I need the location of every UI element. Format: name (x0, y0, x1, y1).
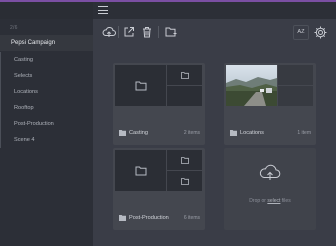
folder-item-count: 6 items (183, 215, 200, 221)
folder-name: Casting (129, 130, 148, 136)
folder-thumbnail (167, 171, 202, 191)
card-footer: Casting 2 items (113, 110, 205, 145)
folder-thumbnail (115, 150, 166, 191)
folder-thumbnail (167, 150, 202, 170)
top-bar (93, 2, 336, 19)
sidebar-caption: 2/6 (10, 25, 18, 31)
sidebar-item-scene-4[interactable]: Scene 4 (0, 132, 93, 148)
folder-name: Locations (240, 130, 264, 136)
location-photo (226, 65, 277, 106)
folder-icon (135, 81, 147, 91)
card-footer: Locations 1 item (224, 110, 316, 145)
sidebar-item-locations[interactable]: Locations (0, 84, 93, 100)
folder-card-locations[interactable]: Locations 1 item (224, 63, 316, 145)
sidebar-item-rooftop[interactable]: Rooftop (0, 100, 93, 116)
folder-icon (181, 178, 189, 185)
sort-az-button[interactable]: AZ (293, 25, 309, 40)
location-photo-thumbnail (226, 65, 277, 106)
folder-icon (119, 215, 126, 221)
upload-cloud-icon (259, 164, 281, 180)
trash-icon[interactable] (140, 25, 154, 39)
sidebar-item-pepsi-campaign[interactable]: Pepsi Campaign (0, 35, 93, 51)
new-folder-icon[interactable] (164, 25, 178, 39)
folder-icon (119, 130, 126, 136)
upload-instructions: Drop or select files (249, 198, 291, 204)
sidebar: 2/6 Pepsi Campaign Casting Selects Locat… (0, 2, 93, 246)
folder-card-post-production[interactable]: Post-Production 6 items (113, 148, 205, 230)
upload-cloud-icon[interactable] (102, 25, 116, 39)
folder-thumbnail-empty (278, 86, 313, 106)
share-icon[interactable] (122, 25, 136, 39)
folder-name: Post-Production (129, 215, 169, 221)
folder-thumbnail (167, 65, 202, 85)
sidebar-item-casting[interactable]: Casting (0, 52, 93, 68)
sidebar-item-post-production[interactable]: Post-Production (0, 116, 93, 132)
folder-icon (181, 157, 189, 164)
folder-item-count: 2 items (183, 130, 200, 136)
folder-item-count: 1 item (297, 130, 311, 136)
folder-thumbnail-empty (278, 65, 313, 85)
folder-icon (181, 72, 189, 79)
folder-icon (135, 166, 147, 176)
upload-dropzone[interactable]: Drop or select files (224, 148, 316, 230)
sidebar-item-selects[interactable]: Selects (0, 68, 93, 84)
folder-card-casting[interactable]: Casting 2 items (113, 63, 205, 145)
folder-icon (230, 130, 237, 136)
hamburger-menu-icon[interactable] (98, 6, 108, 15)
card-footer: Post-Production 6 items (113, 195, 205, 230)
gear-icon[interactable] (313, 25, 328, 40)
sidebar-header (0, 2, 93, 19)
toolbar-divider (158, 26, 159, 38)
toolbar-divider (118, 26, 119, 38)
folder-thumbnail (115, 65, 166, 106)
folder-thumbnail-empty (167, 86, 202, 106)
select-files-link[interactable]: select (267, 198, 280, 204)
toolbar: AZ (93, 19, 336, 48)
